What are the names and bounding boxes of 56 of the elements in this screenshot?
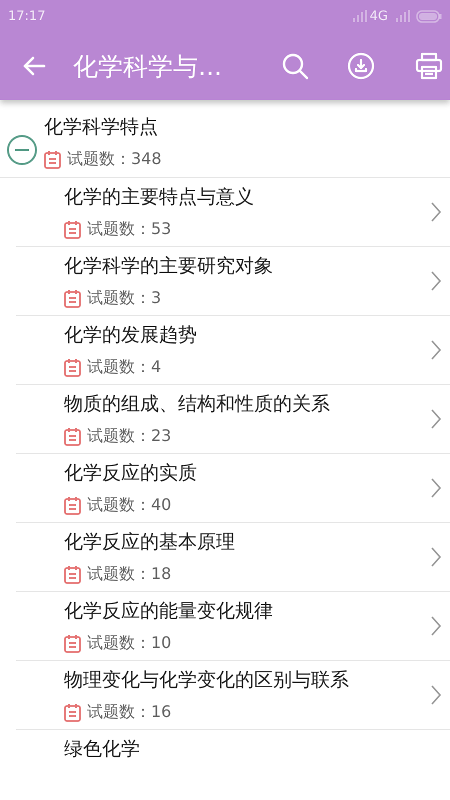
topic-title: 化学反应的能量变化规律 <box>64 599 274 624</box>
chevron-icon <box>430 477 442 499</box>
topic-title: 化学反应的基本原理 <box>64 530 236 555</box>
question-count: 试题数：16 <box>87 702 172 723</box>
calendar-icon <box>64 427 81 446</box>
printer-icon[interactable] <box>414 52 443 80</box>
topic-row[interactable]: 化学的发展趋势 试题数：4 <box>16 316 450 385</box>
topic-title: 化学科学特点 <box>44 115 159 140</box>
topic-title: 化学科学的主要研究对象 <box>64 254 274 279</box>
calendar-icon <box>64 220 81 239</box>
calendar-icon <box>64 703 81 722</box>
calendar-icon <box>64 565 81 584</box>
topic-row[interactable]: 化学反应的能量变化规律 试题数：10 <box>16 592 450 661</box>
calendar-icon <box>64 634 81 653</box>
calendar-icon <box>64 289 81 308</box>
page-title: 化学科学与... <box>73 50 223 82</box>
signal-icon <box>352 10 367 22</box>
search-icon[interactable] <box>280 52 309 80</box>
download-icon[interactable] <box>346 52 375 80</box>
topic-title: 物质的组成、结构和性质的关系 <box>64 392 331 417</box>
topic-row[interactable]: 化学反应的实质 试题数：40 <box>16 454 450 523</box>
chevron-icon <box>430 615 442 637</box>
topic-row[interactable]: 绿色化学 <box>16 730 450 770</box>
chevron-icon <box>430 201 442 223</box>
topic-title: 物理变化与化学变化的区别与联系 <box>64 668 350 693</box>
question-count: 试题数：23 <box>87 426 172 447</box>
topic-row[interactable]: 物理变化与化学变化的区别与联系 试题数：16 <box>16 661 450 730</box>
battery-icon <box>416 10 442 22</box>
topic-row[interactable]: 化学科学的主要研究对象 试题数：3 <box>16 247 450 316</box>
topic-row[interactable]: 化学的主要特点与意义 试题数：53 <box>16 178 450 247</box>
topic-row[interactable]: 化学反应的基本原理 试题数：18 <box>16 523 450 592</box>
signal-icon <box>396 10 410 22</box>
calendar-icon <box>64 496 81 515</box>
chevron-icon <box>430 408 442 430</box>
topic-title: 绿色化学 <box>64 737 141 762</box>
chevron-icon <box>430 684 442 706</box>
question-count: 试题数：10 <box>87 633 172 654</box>
topic-row[interactable]: 物质的组成、结构和性质的关系 试题数：23 <box>16 385 450 454</box>
topic-title: 化学反应的实质 <box>64 461 198 486</box>
collapse-toggle[interactable] <box>6 134 38 166</box>
chevron-icon <box>430 339 442 361</box>
chevron-icon <box>430 270 442 292</box>
question-count: 试题数：348 <box>67 149 162 170</box>
clock: 17:17 <box>8 8 46 24</box>
topic-title: 化学的主要特点与意义 <box>64 185 255 210</box>
question-count: 试题数：40 <box>87 495 172 516</box>
question-count: 试题数：18 <box>87 564 172 585</box>
network-label: 4G <box>370 8 388 24</box>
calendar-icon <box>64 358 81 377</box>
question-count: 试题数：4 <box>87 357 162 378</box>
topic-title: 化学的发展趋势 <box>64 323 198 348</box>
question-count: 试题数：53 <box>87 219 172 240</box>
chevron-icon <box>430 546 442 568</box>
question-count: 试题数：3 <box>87 288 162 309</box>
back-arrow-icon[interactable] <box>22 55 46 77</box>
calendar-icon <box>44 150 61 169</box>
